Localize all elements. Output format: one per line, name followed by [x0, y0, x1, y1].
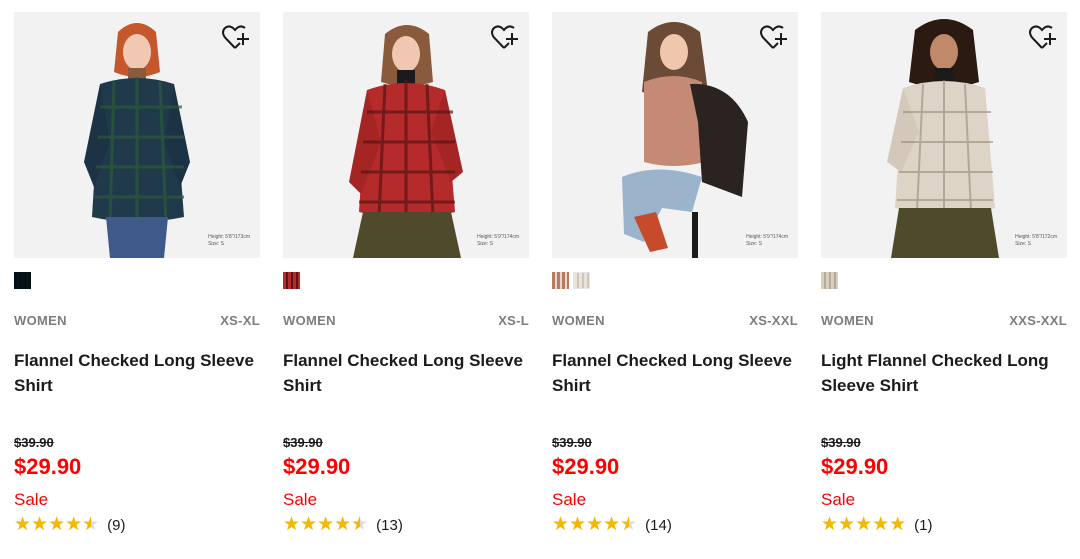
sale-label: Sale [552, 490, 587, 509]
heart-plus-icon[interactable] [489, 22, 519, 52]
original-price: $39.90 [14, 435, 54, 450]
color-swatches [552, 272, 590, 290]
star-rating-icon: ★★★★★★★★★★ [283, 514, 369, 535]
product-image[interactable]: Height: 5'8"/172cm Size: S [821, 12, 1067, 258]
size-range: XS-XL [220, 313, 260, 328]
model-height: Height: 5'8"/173cm [208, 234, 250, 240]
model-size: Size: S [746, 241, 762, 247]
model-info: Height: 5'9"/174cm Size: S [477, 234, 519, 248]
gender-label: WOMEN [552, 313, 605, 328]
product-image[interactable]: Height: 5'9"/174cm Size: S [283, 12, 529, 258]
size-range: XS-L [498, 313, 529, 328]
product-name[interactable]: Flannel Checked Long Sleeve Shirt [283, 348, 529, 398]
original-price: $39.90 [283, 435, 323, 450]
model-info: Height: 5'8"/173cm Size: S [208, 234, 250, 248]
color-swatch[interactable] [821, 272, 838, 289]
sale-price: $29.90 [552, 454, 620, 479]
star-rating-icon: ★★★★★★★★★★ [821, 514, 907, 535]
color-swatch[interactable] [573, 272, 590, 289]
model-height: Height: 5'9"/174cm [746, 234, 788, 240]
color-swatches [14, 272, 31, 290]
product-card[interactable]: Height: 5'9"/174cm Size: S WOMEN XS-XXL … [552, 12, 798, 552]
sale-price: $29.90 [283, 454, 351, 479]
model-height: Height: 5'9"/174cm [477, 234, 519, 240]
review-count[interactable]: (14) [645, 517, 672, 534]
color-swatch[interactable] [14, 272, 31, 289]
model-height: Height: 5'8"/172cm [1015, 234, 1057, 240]
sale-price: $29.90 [14, 454, 82, 479]
model-size: Size: S [1015, 241, 1031, 247]
review-count[interactable]: (1) [914, 517, 932, 534]
sale-label: Sale [14, 490, 49, 509]
star-rating-icon: ★★★★★★★★★★ [14, 514, 100, 535]
size-range: XS-XXL [749, 313, 798, 328]
rating: ★★★★★★★★★★ (14) [552, 515, 672, 535]
sale-label: Sale [283, 490, 318, 509]
rating: ★★★★★ ★★★★★ (1) [821, 515, 933, 535]
model-info: Height: 5'9"/174cm Size: S [746, 234, 788, 248]
gender-label: WOMEN [821, 313, 874, 328]
review-count[interactable]: (9) [107, 517, 125, 534]
heart-plus-icon[interactable] [758, 22, 788, 52]
product-card[interactable]: Height: 5'8"/173cm Size: S WOMEN XS-XL F… [14, 12, 260, 552]
rating: ★★★★★★★★★★ (9) [14, 515, 126, 535]
rating: ★★★★★★★★★★ (13) [283, 515, 403, 535]
model-info: Height: 5'8"/172cm Size: S [1015, 234, 1057, 248]
color-swatches [821, 272, 838, 290]
size-range: XXS-XXL [1009, 313, 1067, 328]
model-size: Size: S [477, 241, 493, 247]
heart-plus-icon[interactable] [220, 22, 250, 52]
color-swatches [283, 272, 300, 290]
product-grid: Height: 5'8"/173cm Size: S WOMEN XS-XL F… [14, 12, 1076, 559]
model-size: Size: S [208, 241, 224, 247]
product-name[interactable]: Light Flannel Checked Long Sleeve Shirt [821, 348, 1067, 398]
color-swatch[interactable] [283, 272, 300, 289]
star-rating-icon: ★★★★★★★★★★ [552, 514, 638, 535]
heart-plus-icon[interactable] [1027, 22, 1057, 52]
review-count[interactable]: (13) [376, 517, 403, 534]
sale-label: Sale [821, 490, 856, 509]
gender-label: WOMEN [283, 313, 336, 328]
product-card[interactable]: Height: 5'9"/174cm Size: S WOMEN XS-L Fl… [283, 12, 529, 552]
product-name[interactable]: Flannel Checked Long Sleeve Shirt [14, 348, 260, 398]
product-card[interactable]: Height: 5'8"/172cm Size: S WOMEN XXS-XXL… [821, 12, 1067, 552]
original-price: $39.90 [552, 435, 592, 450]
product-image[interactable]: Height: 5'9"/174cm Size: S [552, 12, 798, 258]
product-name[interactable]: Flannel Checked Long Sleeve Shirt [552, 348, 798, 398]
product-image[interactable]: Height: 5'8"/173cm Size: S [14, 12, 260, 258]
original-price: $39.90 [821, 435, 861, 450]
gender-label: WOMEN [14, 313, 67, 328]
sale-price: $29.90 [821, 454, 889, 479]
color-swatch[interactable] [552, 272, 569, 289]
